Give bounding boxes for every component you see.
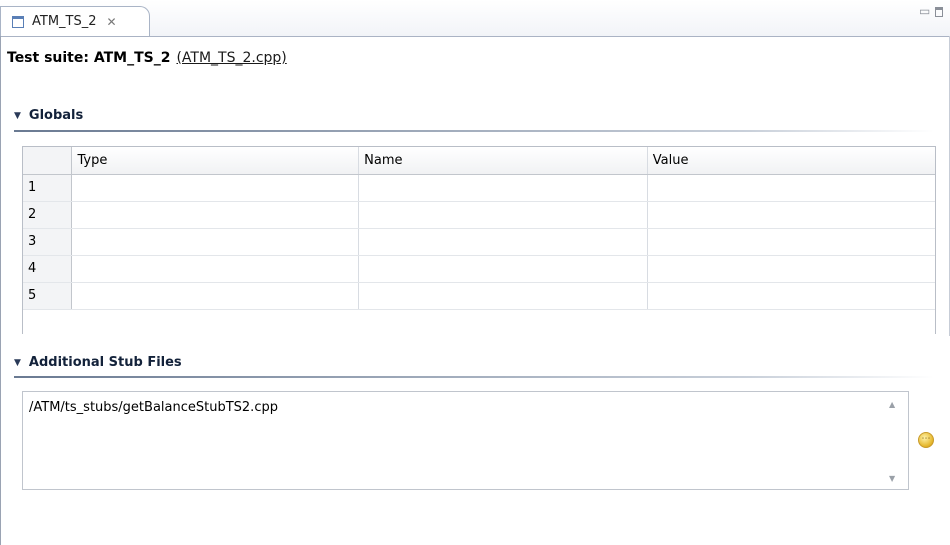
table-row[interactable]: 1 <box>23 174 935 202</box>
list-item[interactable]: /ATM/ts_stubs/getBalanceStubTS2.cpp <box>29 400 278 415</box>
row-number: 1 <box>23 174 73 202</box>
suite-file-link[interactable]: (ATM_TS_2.cpp) <box>176 50 286 66</box>
name-cell[interactable] <box>358 282 648 310</box>
table-row[interactable]: 3 <box>23 228 935 256</box>
type-cell[interactable] <box>71 201 360 229</box>
table-corner-cell <box>23 147 73 175</box>
table-row[interactable]: 2 <box>23 201 935 229</box>
editor-left-border <box>0 36 1 545</box>
page-title: Test suite: ATM_TS_2 (ATM_TS_2.cpp) <box>7 50 287 66</box>
name-cell[interactable] <box>358 201 648 229</box>
globals-table: Type Name Value 1 2 3 4 5 <box>22 146 936 334</box>
value-cell[interactable] <box>647 228 935 256</box>
value-cell[interactable] <box>647 201 935 229</box>
tab-label: ATM_TS_2 <box>32 14 97 29</box>
globals-section-title: Globals <box>28 108 84 123</box>
globals-section-header[interactable]: ▼ Globals <box>14 108 83 123</box>
row-number: 2 <box>23 201 73 229</box>
type-cell[interactable] <box>71 255 360 283</box>
globals-section-divider <box>14 130 934 132</box>
scroll-down-arrow-icon[interactable]: ▼ <box>889 474 895 483</box>
minimize-icon[interactable]: ▭ <box>919 4 930 18</box>
value-cell[interactable] <box>647 255 935 283</box>
table-row[interactable]: 4 <box>23 255 935 283</box>
maximize-icon[interactable] <box>935 7 943 17</box>
row-number: 4 <box>23 255 73 283</box>
expand-triangle-icon[interactable]: ▼ <box>14 358 21 368</box>
value-cell[interactable] <box>647 174 935 202</box>
stub-files-section-header[interactable]: ▼ Additional Stub Files <box>14 355 182 370</box>
name-cell[interactable] <box>358 255 648 283</box>
stub-files-list[interactable]: /ATM/ts_stubs/getBalanceStubTS2.cpp ▲ ▼ <box>22 391 909 490</box>
stub-files-section-title: Additional Stub Files <box>28 355 182 370</box>
expand-triangle-icon[interactable]: ▼ <box>14 111 21 121</box>
tab-close-icon[interactable]: ✕ <box>107 15 117 29</box>
column-header-name[interactable]: Name <box>358 147 648 175</box>
suite-title-text: Test suite: ATM_TS_2 <box>7 50 171 66</box>
row-number: 5 <box>23 282 73 310</box>
type-cell[interactable] <box>71 228 360 256</box>
column-header-type[interactable]: Type <box>71 147 360 175</box>
row-number: 3 <box>23 228 73 256</box>
type-cell[interactable] <box>71 282 360 310</box>
column-header-value[interactable]: Value <box>647 147 935 175</box>
value-cell[interactable] <box>647 282 935 310</box>
stub-files-section-divider <box>14 376 934 378</box>
add-stub-file-button[interactable]: ⋯ <box>918 432 934 448</box>
tab-atm-ts-2[interactable]: ATM_TS_2 ✕ <box>0 6 150 36</box>
scroll-up-arrow-icon[interactable]: ▲ <box>889 400 895 409</box>
name-cell[interactable] <box>358 228 648 256</box>
type-cell[interactable] <box>71 174 360 202</box>
table-row[interactable]: 5 <box>23 282 935 310</box>
table-header-row: Type Name Value <box>23 147 935 175</box>
editor-tab-bar: ATM_TS_2 ✕ ▭ <box>0 0 950 37</box>
editor-window-icon <box>12 15 24 28</box>
name-cell[interactable] <box>358 174 648 202</box>
